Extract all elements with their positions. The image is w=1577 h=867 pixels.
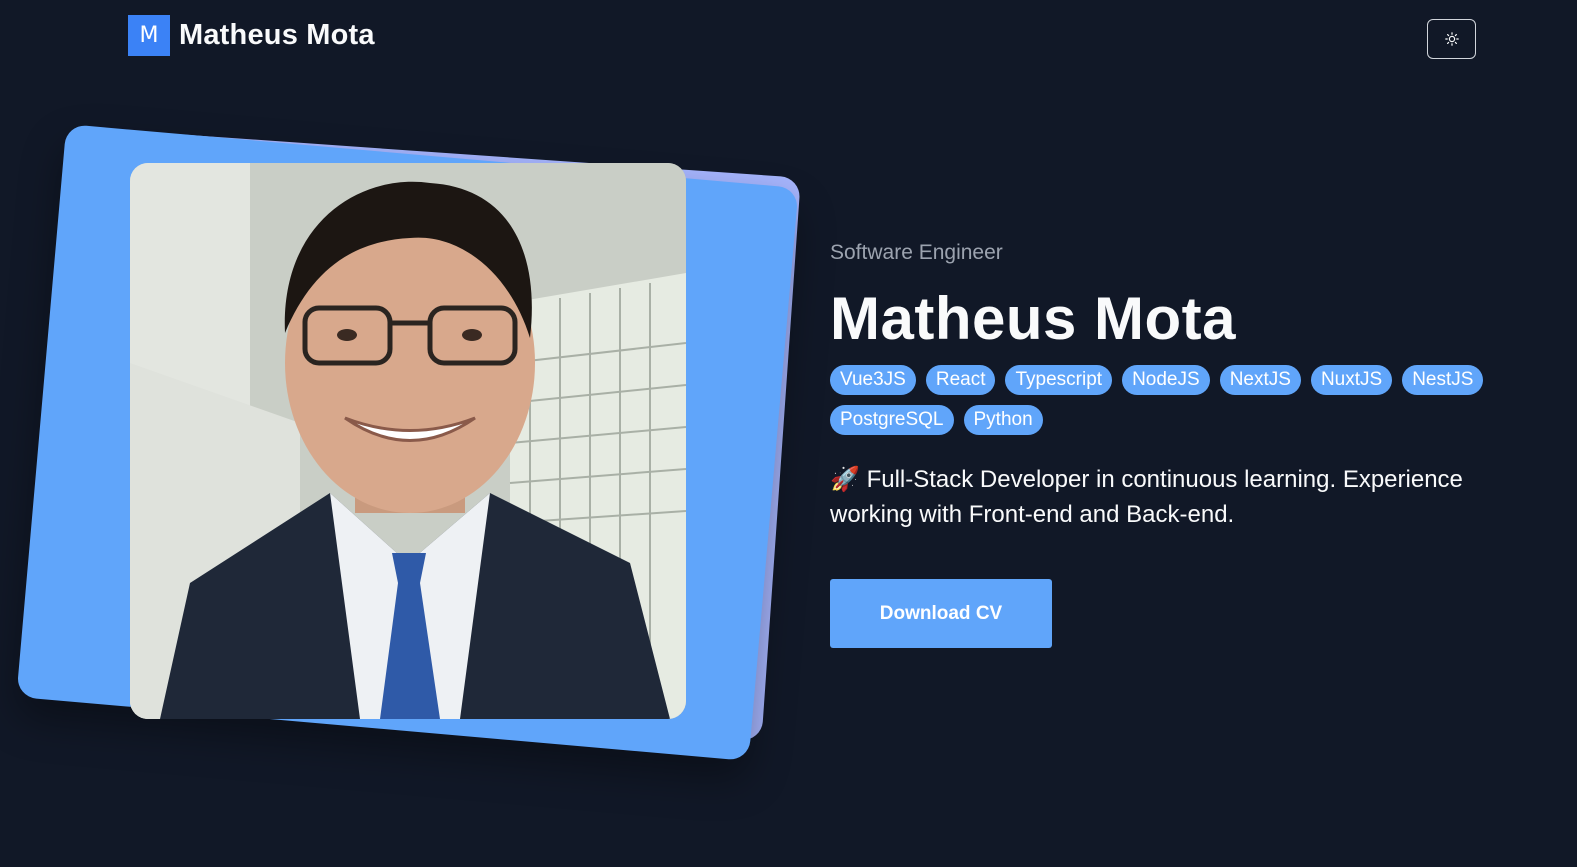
profile-photo-illustration: [130, 163, 686, 719]
tag-python: Python: [963, 405, 1043, 435]
tag-nuxtjs: NuxtJS: [1310, 365, 1393, 395]
tag-react: React: [925, 365, 996, 395]
logo-text: Matheus Mota: [179, 19, 375, 51]
hero-title: Matheus Mota: [830, 285, 1237, 352]
tag-nodejs: NodeJS: [1122, 365, 1210, 395]
tag-nestjs: NestJS: [1402, 365, 1484, 395]
header: M Matheus Mota: [0, 0, 1577, 80]
download-cv-button[interactable]: Download CV: [830, 579, 1052, 648]
hero-subtitle: Software Engineer: [830, 241, 1003, 264]
rocket-icon: 🚀: [830, 466, 860, 493]
logo[interactable]: M Matheus Mota: [128, 15, 375, 56]
tag-postgresql: PostgreSQL: [830, 405, 954, 435]
hero-description-text: Full-Stack Developer in continuous learn…: [830, 466, 1463, 528]
tag-vue3js: Vue3JS: [830, 365, 916, 395]
profile-photo: [130, 163, 686, 719]
sun-icon: [1444, 32, 1459, 46]
tag-typescript: Typescript: [1005, 365, 1113, 395]
tag-nextjs: NextJS: [1219, 365, 1301, 395]
tech-tags: Vue3JS React Typescript NodeJS NextJS Nu…: [830, 365, 1490, 435]
logo-mark: M: [128, 15, 170, 56]
hero-description: 🚀 Full-Stack Developer in continuous lea…: [830, 462, 1510, 532]
theme-toggle-button[interactable]: [1427, 19, 1476, 59]
